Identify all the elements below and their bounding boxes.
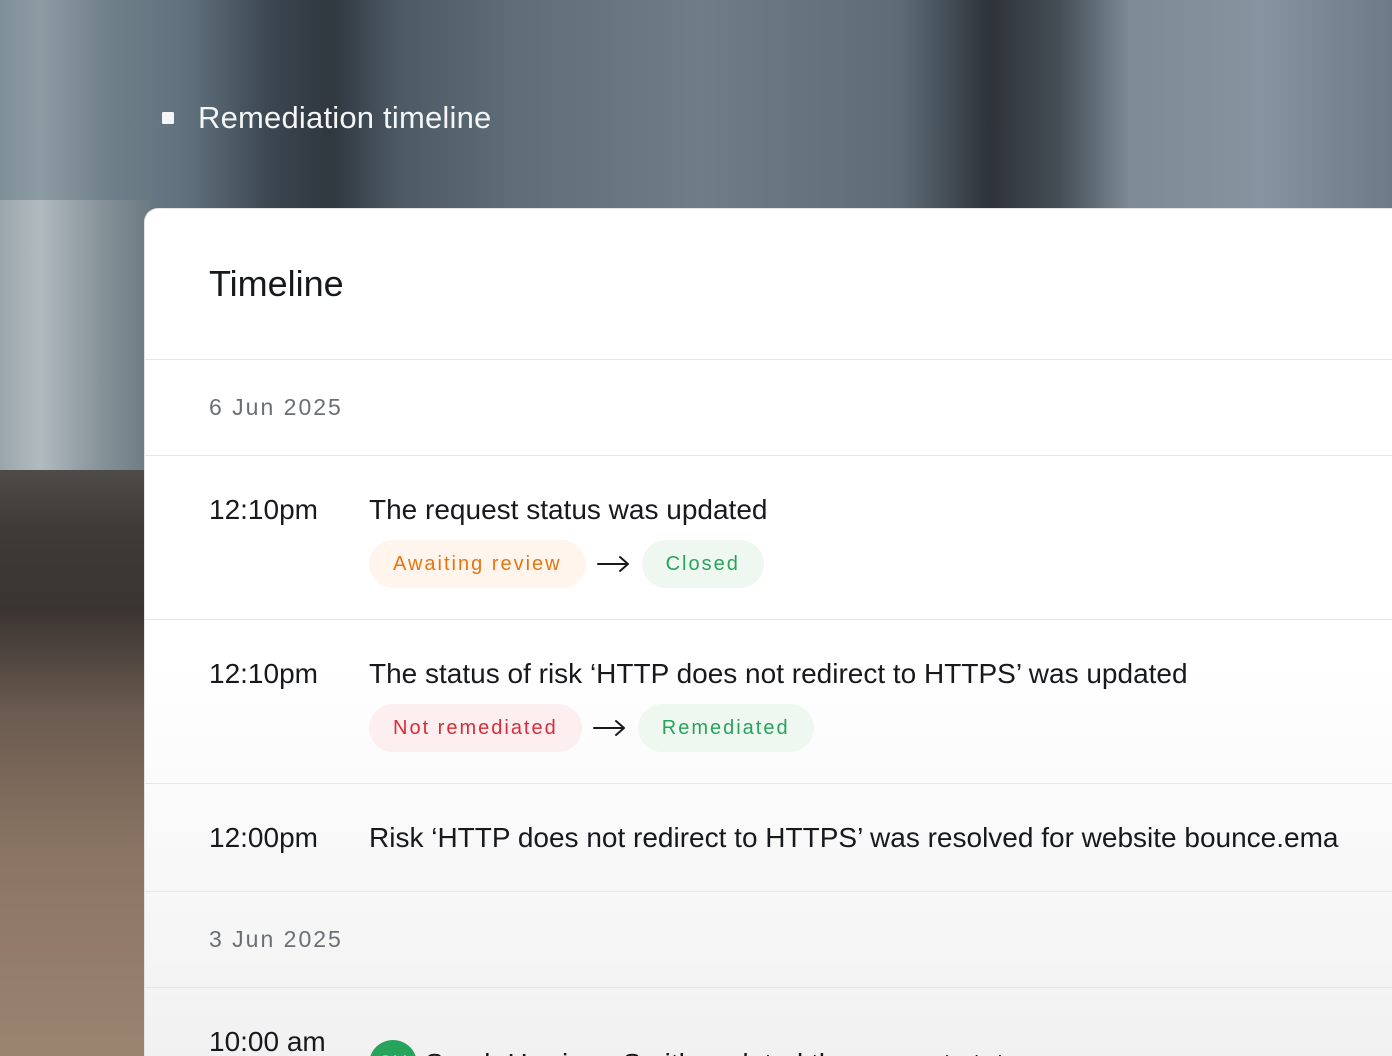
event-body: SH Sarah Harrison-Smith updated the requ…	[369, 1020, 1034, 1056]
status-transition: Not remediated Remediated	[369, 704, 1188, 752]
section-heading: Remediation timeline	[162, 100, 491, 136]
background-highlight	[0, 200, 150, 480]
event-description: Risk ‘HTTP does not redirect to HTTPS’ w…	[369, 821, 1339, 853]
event-body: The status of risk ‘HTTP does not redire…	[369, 658, 1188, 783]
status-badge-to: Closed	[641, 540, 764, 588]
section-heading-text: Remediation timeline	[198, 100, 492, 135]
arrow-right-icon	[586, 555, 642, 573]
event-time: 12:10pm	[209, 494, 318, 525]
event-time: 12:10pm	[209, 658, 318, 689]
date-label: 6 Jun 2025	[209, 394, 343, 420]
timeline-event: 12:10pm The status of risk ‘HTTP does no…	[145, 620, 1392, 784]
avatar: SH	[369, 1039, 417, 1056]
event-body: The request status was updated Awaiting …	[369, 494, 767, 619]
event-description: The request status was updated	[369, 494, 768, 525]
bullet-square-icon	[162, 112, 174, 124]
event-description: Sarah Harrison-Smith updated the request…	[425, 1048, 1034, 1056]
event-time: 10:00 am	[209, 1026, 326, 1056]
event-description: The status of risk ‘HTTP does not redire…	[369, 658, 1188, 689]
date-group-header: 6 Jun 2025	[145, 360, 1392, 456]
event-body: Risk ‘HTTP does not redirect to HTTPS’ w…	[369, 822, 1339, 854]
date-group-header: 3 Jun 2025	[145, 892, 1392, 988]
status-badge-to: Remediated	[637, 704, 814, 752]
date-label: 3 Jun 2025	[209, 926, 343, 952]
timeline-card: Timeline 6 Jun 2025 12:10pm The request …	[144, 208, 1392, 1056]
timeline-header: Timeline	[145, 209, 1392, 360]
status-transition: Awaiting review Closed	[369, 540, 767, 588]
timeline-title: Timeline	[209, 263, 344, 304]
background-lower	[0, 470, 150, 1056]
status-badge-from: Awaiting review	[369, 540, 586, 588]
timeline-event: 10:00 am SH Sarah Harrison-Smith updated…	[145, 988, 1392, 1056]
arrow-right-icon	[582, 719, 638, 737]
timeline-event: 12:10pm The request status was updated A…	[145, 456, 1392, 620]
event-time: 12:00pm	[209, 821, 318, 853]
status-badge-from: Not remediated	[369, 704, 582, 752]
timeline-event: 12:00pm Risk ‘HTTP does not redirect to …	[145, 784, 1392, 892]
